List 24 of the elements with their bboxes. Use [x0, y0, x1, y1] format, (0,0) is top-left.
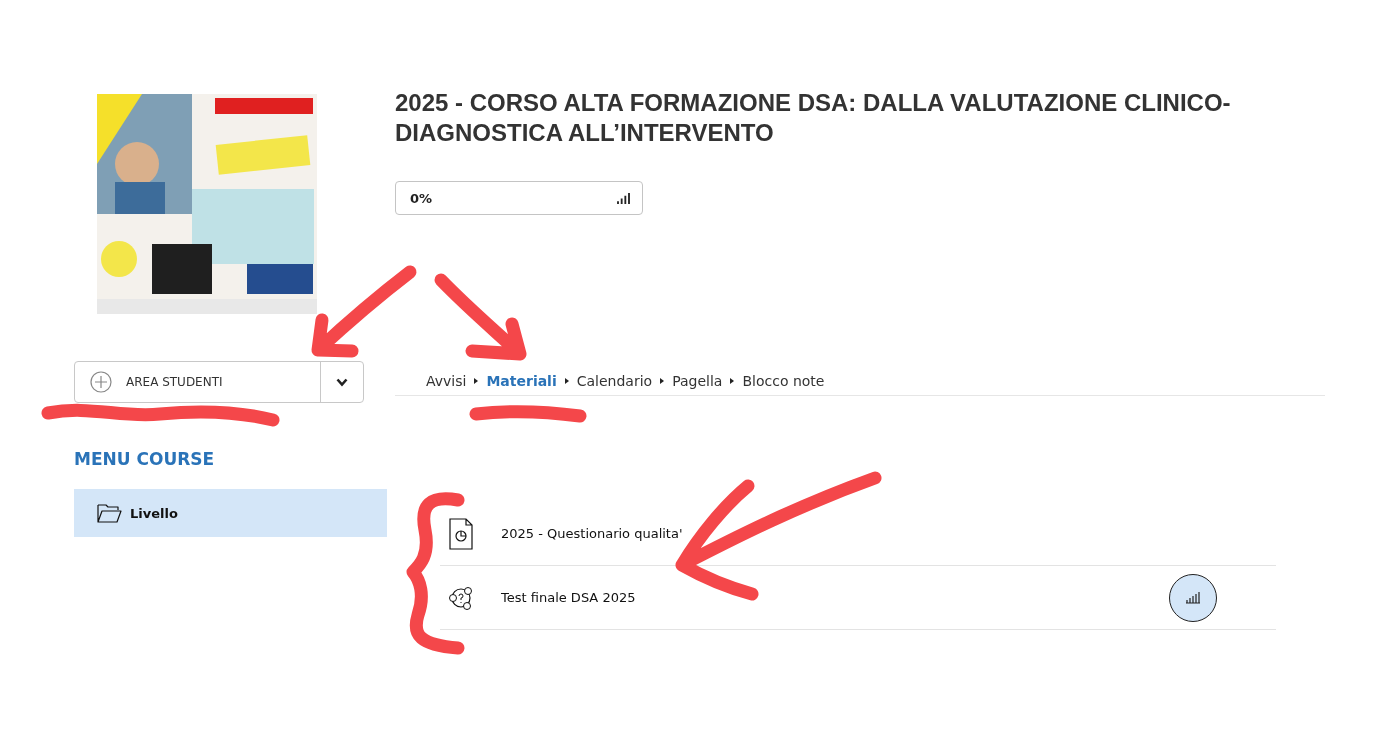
area-dropdown[interactable]: AREA STUDENTI — [74, 361, 364, 403]
separator-icon — [730, 378, 735, 384]
tab[interactable]: Pagella — [672, 373, 723, 389]
tab[interactable]: Calendario — [576, 373, 653, 389]
tab[interactable]: Avvisi — [426, 373, 467, 389]
folder-icon — [97, 503, 122, 523]
plus-icon — [90, 371, 112, 393]
menu-item[interactable]: Livello — [74, 489, 387, 537]
chevron-down-icon — [336, 377, 348, 387]
stats-button[interactable] — [1169, 573, 1217, 622]
material-title[interactable]: Test finale DSA 2025 — [501, 590, 1169, 605]
bar-chart-icon — [1185, 591, 1201, 604]
bar-chart-icon — [617, 192, 630, 204]
tab[interactable]: Blocco note — [742, 373, 825, 389]
progress-percent: 0% — [410, 190, 433, 206]
separator-icon — [660, 378, 665, 384]
tab[interactable]: Materiali — [486, 373, 557, 389]
menu-heading: MENU COURSE — [74, 449, 216, 469]
material-title[interactable]: 2025 - Questionario qualita' — [501, 526, 1276, 541]
document-icon — [448, 517, 474, 550]
dropdown-label: AREA STUDENTI — [126, 375, 223, 389]
course-title: 2025 - CORSO ALTA FORMAZIONE DSA: DALLA VALUTAZIONE CLINICO-DIAGNOSTICA ALL’INTERVENTO — [395, 88, 1232, 148]
separator-icon — [474, 378, 479, 384]
separator-icon — [564, 378, 569, 384]
